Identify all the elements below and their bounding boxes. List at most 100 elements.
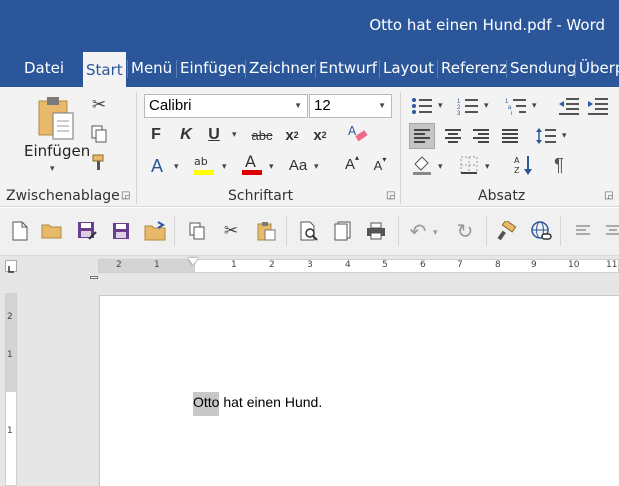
grow-font-icon[interactable]: A ▴ xyxy=(342,153,362,175)
paste-icon[interactable] xyxy=(253,218,279,244)
ruler-tick: 9 xyxy=(531,260,537,270)
copy-icon[interactable] xyxy=(88,123,110,145)
underline-icon[interactable]: U xyxy=(204,125,224,145)
chevron-down-icon[interactable]: ▾ xyxy=(314,161,319,172)
quick-access-toolbar: ✂ ↶ ▾ ↻ xyxy=(0,208,619,256)
redo-icon[interactable]: ↻ xyxy=(452,218,478,244)
new-document-icon[interactable] xyxy=(7,218,33,244)
copy-icon[interactable] xyxy=(184,218,210,244)
bold-icon[interactable]: F xyxy=(146,125,166,145)
shrink-font-icon[interactable]: A ▾ xyxy=(370,155,390,175)
text-effects-icon[interactable]: A xyxy=(146,155,168,177)
scissors-icon[interactable]: ✂ xyxy=(88,94,110,116)
highlight-color-icon[interactable]: ab xyxy=(192,151,216,177)
tab-referenzen[interactable]: Referenz xyxy=(438,50,510,87)
tab-zeichnen[interactable]: Zeichner xyxy=(246,50,318,87)
group-label-font: Schriftart xyxy=(228,188,294,204)
chevron-down-icon[interactable]: ▾ xyxy=(562,130,567,141)
chevron-down-icon[interactable]: ▼ xyxy=(294,95,302,117)
ruler-tick: 6 xyxy=(420,260,426,270)
paragraph-launcher-icon[interactable]: ◲ xyxy=(604,190,613,201)
body-text[interactable]: hat einen Hund. xyxy=(219,394,322,410)
left-indent-marker[interactable] xyxy=(90,276,98,279)
horizontal-ruler[interactable]: 2 1 1 2 3 4 5 6 7 8 9 10 11 xyxy=(98,258,619,273)
italic-icon[interactable]: K xyxy=(176,125,196,145)
font-size-value: 12 xyxy=(314,97,331,114)
vertical-ruler[interactable]: 2 1 1 xyxy=(5,293,17,486)
font-size-box[interactable]: 12 ▼ xyxy=(309,94,392,118)
multilevel-list-icon[interactable]: 1ai xyxy=(504,95,528,117)
clipboard-launcher-icon[interactable]: ◲ xyxy=(121,190,130,201)
cut-icon[interactable]: ✂ xyxy=(218,218,244,244)
borders-icon[interactable] xyxy=(457,153,481,177)
group-label-paragraph: Absatz xyxy=(478,188,526,204)
save-as-icon[interactable] xyxy=(74,218,100,244)
subscript-icon[interactable]: x2 xyxy=(281,125,303,145)
chevron-down-icon[interactable]: ▾ xyxy=(269,161,274,172)
numbering-icon[interactable]: 123 xyxy=(456,95,480,117)
font-name-box[interactable]: Calibri ▼ xyxy=(144,94,308,118)
page-view-icon[interactable] xyxy=(330,218,356,244)
tab-start[interactable]: Start xyxy=(83,50,126,87)
shading-icon[interactable] xyxy=(410,153,434,177)
tab-layout[interactable]: Layout xyxy=(380,50,437,87)
align-right-icon[interactable] xyxy=(468,123,494,149)
chevron-down-icon[interactable]: ▾ xyxy=(438,161,443,172)
paste-label[interactable]: Einfügen xyxy=(24,142,90,160)
selected-text[interactable]: Otto xyxy=(193,392,220,416)
chevron-down-icon[interactable]: ▾ xyxy=(433,227,438,238)
toolbar-separator xyxy=(286,216,287,246)
paste-chevron-down-icon[interactable]: ▾ xyxy=(50,163,55,174)
paste-icon[interactable] xyxy=(36,95,76,141)
first-line-indent-marker[interactable] xyxy=(188,258,198,265)
tab-ueberpruefen[interactable]: Überp xyxy=(576,50,619,87)
align-left-icon[interactable] xyxy=(409,123,435,149)
format-painter-icon[interactable] xyxy=(88,151,110,173)
document-text[interactable]: Otto hat einen Hund. xyxy=(193,392,322,416)
tab-sendungen[interactable]: Sendung xyxy=(507,50,579,87)
undo-icon[interactable]: ↶ xyxy=(405,218,431,244)
chevron-down-icon[interactable]: ▾ xyxy=(438,100,443,111)
ruler-tick: 2 xyxy=(116,260,122,270)
title-bar: Otto hat einen Hund.pdf - Word xyxy=(0,0,619,50)
chevron-down-icon[interactable]: ▼ xyxy=(378,95,386,117)
chevron-down-icon[interactable]: ▾ xyxy=(232,129,237,140)
svg-text:A: A xyxy=(514,156,520,165)
tab-datei[interactable]: Datei xyxy=(21,50,67,87)
bullets-icon[interactable] xyxy=(410,95,434,117)
pilcrow-icon[interactable]: ¶ xyxy=(547,153,571,177)
web-link-icon[interactable] xyxy=(528,218,554,244)
ruler-row: 2 1 1 2 3 4 5 6 7 8 9 10 11 xyxy=(0,256,619,276)
change-case-icon[interactable]: Aa xyxy=(286,155,310,175)
increase-indent-icon[interactable] xyxy=(586,95,610,117)
clear-formatting-icon[interactable]: A xyxy=(347,123,369,145)
justify-icon[interactable] xyxy=(497,123,523,149)
strikethrough-icon[interactable]: abc xyxy=(250,125,274,145)
font-color-icon[interactable]: A xyxy=(240,151,264,177)
font-launcher-icon[interactable]: ◲ xyxy=(386,190,395,201)
print-preview-icon[interactable] xyxy=(296,218,322,244)
chevron-down-icon[interactable]: ▾ xyxy=(222,161,227,172)
align-left-icon[interactable] xyxy=(570,218,596,244)
chevron-down-icon[interactable]: ▾ xyxy=(174,161,179,172)
decrease-indent-icon[interactable] xyxy=(557,95,581,117)
save-to-folder-icon[interactable] xyxy=(142,218,168,244)
ruler-tick: 1 xyxy=(7,426,13,436)
superscript-icon[interactable]: x2 xyxy=(309,125,331,145)
tab-selector-icon[interactable] xyxy=(5,260,17,273)
print-icon[interactable] xyxy=(363,218,389,244)
tab-entwurf[interactable]: Entwurf xyxy=(316,50,380,87)
chevron-down-icon[interactable]: ▾ xyxy=(532,100,537,111)
align-center-icon[interactable] xyxy=(440,123,466,149)
save-icon[interactable] xyxy=(108,218,134,244)
chevron-down-icon[interactable]: ▾ xyxy=(484,100,489,111)
sort-icon[interactable]: AZ xyxy=(512,153,536,177)
document-page[interactable] xyxy=(99,295,619,486)
tab-menue[interactable]: Menü xyxy=(128,50,175,87)
tab-einfuegen[interactable]: Einfügen xyxy=(177,50,249,87)
align-center-icon[interactable] xyxy=(600,218,619,244)
line-spacing-icon[interactable] xyxy=(533,123,559,149)
format-painter-icon[interactable] xyxy=(494,218,520,244)
chevron-down-icon[interactable]: ▾ xyxy=(485,161,490,172)
open-folder-icon[interactable] xyxy=(39,218,65,244)
